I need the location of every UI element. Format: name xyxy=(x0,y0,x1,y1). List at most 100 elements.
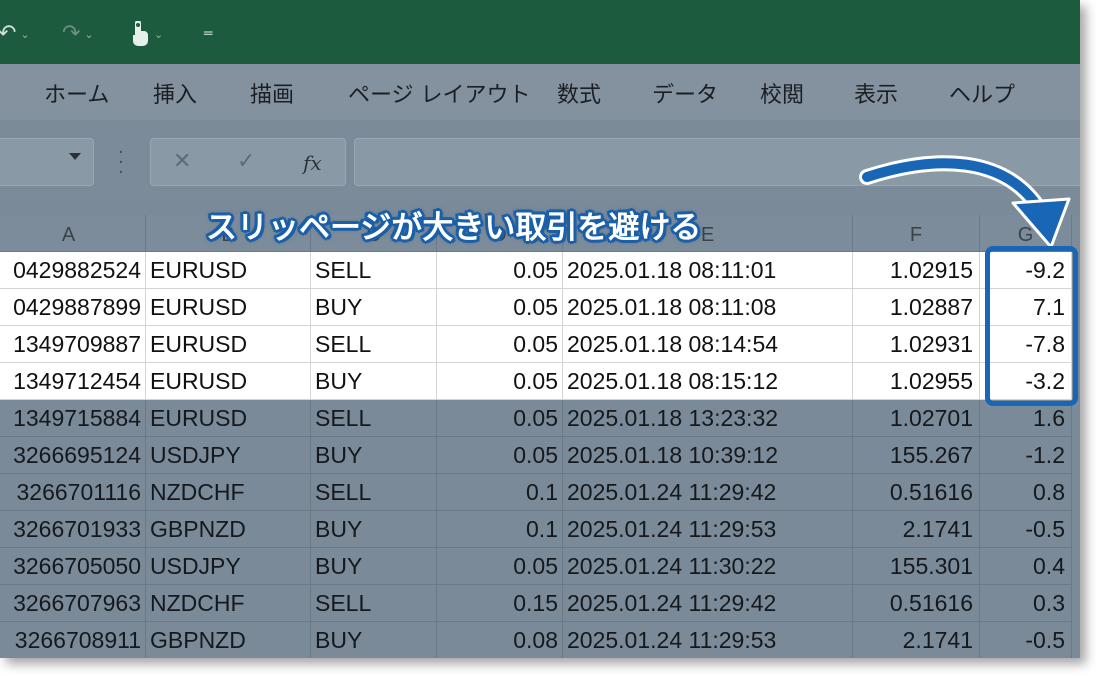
excel-window: ↶ ⌄ ↷ ⌄ ⌄ ═ ホーム 挿入 描画 ページ レイアウト 数式 データ 校閲 … xyxy=(0,0,1080,658)
name-box[interactable] xyxy=(0,138,94,186)
cell-e[interactable]: 2025.01.24 11:29:42 xyxy=(563,474,853,511)
cancel-icon[interactable]: ✕ xyxy=(173,149,191,174)
tab-review[interactable]: 校閲 xyxy=(760,77,804,109)
undo-button[interactable]: ↶ ⌄ xyxy=(0,20,30,48)
cell-b[interactable]: EURUSD xyxy=(146,400,311,437)
cell-e[interactable]: 2025.01.18 08:15:12 xyxy=(563,363,853,400)
tab-draw[interactable]: 描画 xyxy=(250,77,294,109)
tab-data[interactable]: データ xyxy=(652,77,718,109)
cell-d[interactable]: 0.05 xyxy=(437,289,563,326)
tab-view[interactable]: 表示 xyxy=(854,77,898,109)
cell-e[interactable]: 2025.01.24 11:29:42 xyxy=(563,585,853,622)
chevron-down-icon[interactable] xyxy=(69,153,81,160)
cell-a[interactable]: 3266708911 xyxy=(0,622,146,658)
cell-d[interactable]: 0.05 xyxy=(437,548,563,585)
cell-e[interactable]: 2025.01.18 08:14:54 xyxy=(563,326,853,363)
cell-c[interactable]: BUY xyxy=(311,511,437,548)
cell-d[interactable]: 0.05 xyxy=(437,363,563,400)
touch-mode-button[interactable]: ⌄ xyxy=(128,20,163,48)
cell-d[interactable]: 0.05 xyxy=(437,400,563,437)
tab-insert[interactable]: 挿入 xyxy=(153,77,197,109)
cell-g[interactable]: -0.5 xyxy=(980,622,1072,658)
cell-d[interactable]: 0.08 xyxy=(437,622,563,658)
chevron-down-icon[interactable]: ⌄ xyxy=(20,29,29,40)
cell-f[interactable]: 2.1741 xyxy=(853,511,980,548)
cell-e[interactable]: 2025.01.18 13:23:32 xyxy=(563,400,853,437)
chevron-down-icon[interactable]: ⌄ xyxy=(154,29,163,40)
cell-c[interactable]: BUY xyxy=(311,289,437,326)
cell-c[interactable]: SELL xyxy=(311,474,437,511)
cell-f[interactable]: 1.02701 xyxy=(853,400,980,437)
cell-d[interactable]: 0.1 xyxy=(437,474,563,511)
cell-b[interactable]: EURUSD xyxy=(146,289,311,326)
cell-e[interactable]: 2025.01.24 11:29:53 xyxy=(563,622,853,658)
cell-c[interactable]: SELL xyxy=(311,400,437,437)
cell-g[interactable]: 0.8 xyxy=(980,474,1072,511)
chevron-down-icon[interactable]: ⌄ xyxy=(84,29,93,40)
cell-g[interactable]: 0.3 xyxy=(980,585,1072,622)
enter-icon[interactable]: ✓ xyxy=(237,149,255,174)
cell-g[interactable]: 0.4 xyxy=(980,548,1072,585)
cell-f[interactable]: 0.51616 xyxy=(853,474,980,511)
tab-home[interactable]: ホーム xyxy=(44,77,109,109)
cell-a[interactable]: 0429887899 xyxy=(0,289,146,326)
cell-a[interactable]: 3266701933 xyxy=(0,511,146,548)
cell-f[interactable]: 0.51616 xyxy=(853,585,980,622)
cell-b[interactable]: GBPNZD xyxy=(146,511,311,548)
cell-c[interactable]: SELL xyxy=(311,585,437,622)
cell-a[interactable]: 3266695124 xyxy=(0,437,146,474)
table-row: 1349715884 EURUSD SELL 0.05 2025.01.18 13:23… xyxy=(0,400,1080,437)
cell-g[interactable]: -0.5 xyxy=(980,511,1072,548)
touch-mode-icon xyxy=(133,21,148,46)
redo-button[interactable]: ↷ ⌄ xyxy=(62,20,94,48)
tab-formulas[interactable]: 数式 xyxy=(557,77,601,109)
cell-d[interactable]: 0.05 xyxy=(437,326,563,363)
cell-f[interactable]: 155.301 xyxy=(853,548,980,585)
cell-c[interactable]: SELL xyxy=(311,326,437,363)
cell-c[interactable]: SELL xyxy=(311,252,437,289)
cell-e[interactable]: 2025.01.18 10:39:12 xyxy=(563,437,853,474)
cell-b[interactable]: NZDCHF xyxy=(146,585,311,622)
cell-b[interactable]: EURUSD xyxy=(146,326,311,363)
cell-d[interactable]: 0.05 xyxy=(437,252,563,289)
cell-e[interactable]: 2025.01.24 11:30:22 xyxy=(563,548,853,585)
cell-d[interactable]: 0.15 xyxy=(437,585,563,622)
cell-a[interactable]: 1349715884 xyxy=(0,400,146,437)
customize-qat-button[interactable]: ═ xyxy=(204,20,212,48)
cell-f[interactable]: 1.02955 xyxy=(853,363,980,400)
cell-f[interactable]: 1.02887 xyxy=(853,289,980,326)
cell-b[interactable]: EURUSD xyxy=(146,363,311,400)
cell-a[interactable]: 1349709887 xyxy=(0,326,146,363)
cell-d[interactable]: 0.1 xyxy=(437,511,563,548)
cell-b[interactable]: EURUSD xyxy=(146,252,311,289)
cell-a[interactable]: 0429882524 xyxy=(0,252,146,289)
tab-help[interactable]: ヘルプ xyxy=(949,77,1015,109)
cell-a[interactable]: 3266705050 xyxy=(0,548,146,585)
cell-a[interactable]: 3266701116 xyxy=(0,474,146,511)
cell-b[interactable]: NZDCHF xyxy=(146,474,311,511)
cell-f[interactable]: 1.02915 xyxy=(853,252,980,289)
cell-f[interactable]: 2.1741 xyxy=(853,622,980,658)
insert-function-icon[interactable]: fx xyxy=(303,151,322,175)
tab-page-layout[interactable]: ページ レイアウト xyxy=(348,77,531,109)
splitter-handle[interactable]: · · · xyxy=(118,144,124,182)
cell-e[interactable]: 2025.01.24 11:29:53 xyxy=(563,511,853,548)
cell-e[interactable]: 2025.01.18 08:11:08 xyxy=(563,289,853,326)
cell-b[interactable]: USDJPY xyxy=(146,437,311,474)
cell-c[interactable]: BUY xyxy=(311,363,437,400)
cell-a[interactable]: 3266707963 xyxy=(0,585,146,622)
cell-f[interactable]: 155.267 xyxy=(853,437,980,474)
cell-f[interactable]: 1.02931 xyxy=(853,326,980,363)
cell-e[interactable]: 2025.01.18 08:11:01 xyxy=(563,252,853,289)
cell-c[interactable]: BUY xyxy=(311,437,437,474)
cell-c[interactable]: BUY xyxy=(311,622,437,658)
column-header-a[interactable]: A xyxy=(0,215,146,252)
cell-b[interactable]: GBPNZD xyxy=(146,622,311,658)
cell-d[interactable]: 0.05 xyxy=(437,437,563,474)
table-row: 0429887899 EURUSD BUY 0.05 2025.01.18 08:11:… xyxy=(0,289,1080,326)
cell-a[interactable]: 1349712454 xyxy=(0,363,146,400)
cell-b[interactable]: USDJPY xyxy=(146,548,311,585)
cell-g[interactable]: -1.2 xyxy=(980,437,1072,474)
cell-c[interactable]: BUY xyxy=(311,548,437,585)
customize-qat-icon: ═ xyxy=(204,26,213,42)
